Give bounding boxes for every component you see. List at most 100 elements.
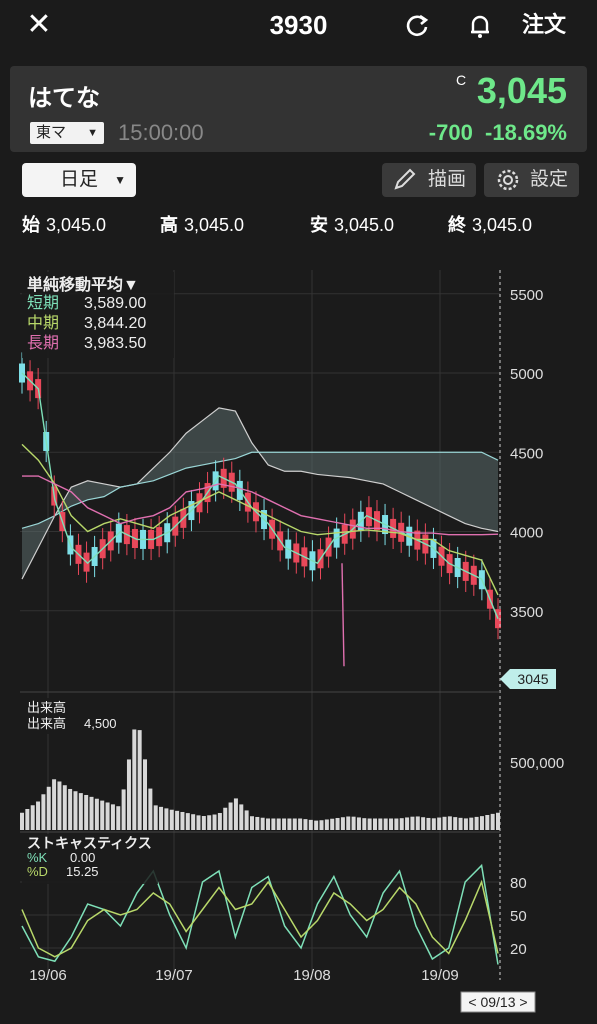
volume-bar [233, 798, 238, 830]
stock-chart[interactable]: 5500 5000 4500 4000 3500 3045 単純移動平均▼ 短期 3,5… [0, 260, 597, 1020]
stoch-tick: 50 [510, 908, 527, 925]
ma-panel[interactable]: 単純移動平均▼ 短期 3,589.00 中期 3,844.20 長期 3,983… [22, 272, 174, 358]
chevron-down-icon: ▼ [114, 173, 126, 187]
volume-bar [292, 818, 297, 830]
volume-bar [244, 810, 249, 830]
quote-panel: はてな 東マ ▼ 15:00:00 C 3,045 -700 -18.69% [10, 66, 587, 152]
ohlc-label: 始 [22, 215, 40, 235]
volume-bar [89, 796, 94, 830]
price-tick: 4500 [510, 445, 543, 462]
ohlc-value: 3,045.0 [46, 215, 107, 235]
volume-label: 出来高 [27, 716, 66, 731]
volume-bar [159, 806, 164, 830]
settings-button[interactable]: 設定 [484, 163, 579, 197]
stoch-axis: 80 50 20 [510, 875, 527, 958]
top-bar: ✕ 3930 注文 [0, 0, 597, 52]
volume-bar [169, 809, 174, 830]
volume-bar [271, 818, 276, 830]
volume-bar [266, 818, 271, 830]
volume-bar [126, 759, 131, 830]
price-marker-text: 3045 [517, 671, 548, 687]
volume-bar [62, 785, 67, 830]
volume-bar [36, 801, 41, 830]
volume-axis-tick: 500,000 [510, 755, 564, 772]
volume-bar [46, 786, 51, 830]
volume-panel[interactable]: 出来高 出来高 4,500 [22, 698, 126, 734]
candle-body [19, 363, 25, 383]
volume-bar [196, 815, 201, 830]
period-select[interactable]: 日足 ▼ [22, 163, 136, 197]
volume-bar [52, 779, 57, 830]
volume-bar [340, 817, 345, 830]
volume-bar [110, 804, 115, 830]
volume-bar [57, 781, 62, 830]
stoch-panel[interactable]: ストキャスティクス %K 0.00 %D 15.25 [22, 834, 158, 884]
ma-medium-value: 3,844.20 [84, 315, 146, 332]
volume-bar [116, 806, 121, 830]
volume-bar [180, 811, 185, 830]
volume-value: 4,500 [84, 716, 117, 731]
ma-medium-label: 中期 [27, 314, 59, 332]
volume-bar [399, 818, 404, 830]
volume-bar [308, 819, 313, 830]
volume-bar [260, 817, 265, 830]
ohlc-label: 終 [448, 215, 466, 235]
volume-bar [479, 816, 484, 830]
volume-bar [383, 818, 388, 830]
ma-short-label: 短期 [27, 294, 59, 312]
price-axis: 5500 5000 4500 4000 3500 [510, 287, 543, 621]
volume-bar [372, 818, 377, 830]
volume-bar [362, 818, 367, 830]
chevron-down-icon: ▼ [87, 127, 98, 139]
stoch-k-label: %K [27, 850, 48, 865]
price-tick: 5500 [510, 287, 543, 304]
date-marker[interactable]: < 09/13 > [460, 991, 536, 1013]
settings-label: 設定 [530, 169, 569, 190]
volume-bar [212, 814, 217, 830]
order-button[interactable]: 注文 [512, 8, 576, 42]
ohlc-low: 安 3,045.0 [310, 211, 394, 237]
ohlc-open: 始 3,045.0 [22, 211, 106, 237]
volume-bar [356, 817, 361, 830]
volume-bar [132, 729, 137, 830]
stoch-k-value: 0.00 [70, 850, 95, 865]
volume-bar [73, 791, 78, 830]
change-percent: -18.69% [485, 120, 567, 145]
volume-bar [351, 816, 356, 830]
ohlc-close: 終 3,045.0 [448, 211, 532, 237]
volume-bar [378, 818, 383, 830]
volume-bar [394, 818, 399, 830]
price-change: -700 -18.69% [429, 120, 567, 146]
volume-bar [426, 817, 431, 830]
volume-bar [447, 816, 452, 830]
moving-average-lines [21, 372, 499, 667]
ohlc-label: 高 [160, 215, 178, 235]
volume-bar [228, 802, 233, 830]
volume-bar [105, 802, 110, 830]
volume-bar [431, 818, 436, 830]
volume-bar [20, 812, 24, 830]
volume-bar [223, 807, 228, 830]
volume-bar [143, 759, 148, 830]
pencil-icon [394, 168, 416, 190]
volume-bar [469, 817, 474, 830]
draw-label: 描画 [428, 169, 467, 190]
refresh-icon[interactable] [400, 8, 434, 42]
volume-bar [410, 816, 415, 830]
volume-panel-title: 出来高 [27, 700, 66, 715]
market-select[interactable]: 東マ ▼ [30, 122, 104, 144]
volume-bar [84, 794, 89, 830]
date-tick: 19/07 [155, 967, 193, 984]
volume-bar [367, 818, 372, 830]
bell-icon[interactable] [463, 8, 497, 42]
volume-bar [421, 817, 426, 830]
volume-bar [314, 820, 319, 830]
draw-button[interactable]: 描画 [382, 163, 476, 197]
ohlc-value: 3,045.0 [334, 215, 395, 235]
volume-bar [335, 817, 340, 830]
ohlc-label: 安 [310, 215, 328, 235]
stoch-panel-title: ストキャスティクス [27, 835, 152, 851]
ohlc-high: 高 3,045.0 [160, 211, 244, 237]
market-label: 東マ [36, 124, 67, 141]
ma-panel-title: 単純移動平均▼ [27, 275, 139, 294]
